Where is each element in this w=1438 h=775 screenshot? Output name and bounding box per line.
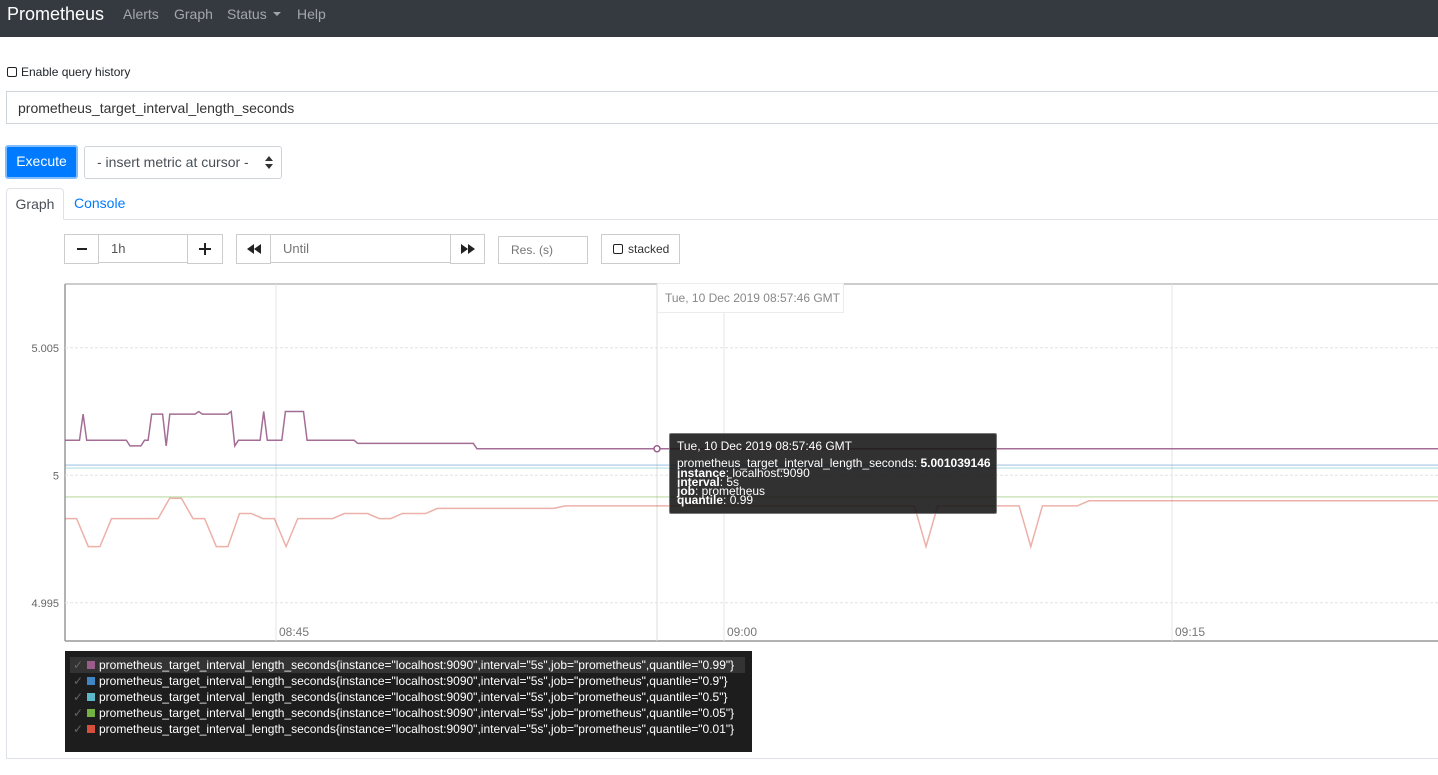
rewind-icon: [246, 244, 261, 254]
nav-status-label: Status: [227, 6, 267, 22]
query-history-label: Enable query history: [21, 65, 131, 79]
tab-divider: [6, 219, 1438, 220]
series-swatch: [87, 661, 95, 669]
tooltip-value: 5.001039146: [920, 456, 991, 470]
insert-metric-label: - insert metric at cursor -: [97, 154, 249, 170]
tab-graph[interactable]: Graph: [6, 188, 64, 220]
label-value: 0.99: [729, 493, 754, 507]
check-icon: ✓: [73, 706, 84, 720]
legend-label: prometheus_target_interval_length_second…: [99, 706, 735, 720]
legend-item[interactable]: ✓ prometheus_target_interval_length_secon…: [70, 673, 752, 689]
legend-item[interactable]: ✓ prometheus_target_interval_length_secon…: [70, 705, 752, 721]
brand-logo[interactable]: Prometheus: [7, 4, 104, 25]
legend-label: prometheus_target_interval_length_second…: [99, 658, 735, 672]
insert-metric-select[interactable]: - insert metric at cursor -: [84, 146, 282, 179]
tooltip-time: Tue, 10 Dec 2019 08:57:46 GMT: [677, 439, 852, 453]
select-arrows-icon: [265, 156, 273, 170]
tooltip-label-quantile: quantile: 0.99: [677, 493, 754, 507]
tab-console[interactable]: Console: [74, 195, 125, 211]
expression-input[interactable]: [6, 91, 1438, 124]
series-swatch: [87, 725, 95, 733]
series-swatch: [87, 709, 95, 717]
y-tick-label: 4.995: [31, 598, 59, 610]
tooltip-labels: instance: localhost:9090 interval: 5s jo…: [677, 466, 989, 507]
time-forward-button[interactable]: [450, 234, 485, 264]
range-decrease-button[interactable]: [64, 234, 99, 264]
resolution-input[interactable]: [498, 236, 588, 264]
y-tick-label: 5: [53, 470, 59, 482]
check-icon: ✓: [73, 690, 84, 704]
nav-alerts[interactable]: Alerts: [123, 6, 159, 22]
until-input[interactable]: [270, 234, 451, 263]
nav-status[interactable]: Status: [227, 6, 281, 22]
navbar: Prometheus Alerts Graph Status Help: [0, 0, 1438, 37]
caret-down-icon: [272, 12, 281, 16]
series-swatch: [87, 677, 95, 685]
plus-icon: [199, 243, 211, 255]
minus-icon: [76, 248, 87, 250]
check-icon: ✓: [73, 658, 84, 672]
legend-item[interactable]: ✓ prometheus_target_interval_length_secon…: [70, 721, 752, 737]
check-icon: ✓: [73, 722, 84, 736]
data-tooltip: Tue, 10 Dec 2019 08:57:46 GMT prometheus…: [669, 433, 997, 514]
x-tick-label: 09:15: [1175, 625, 1205, 639]
stacked-label: stacked: [628, 242, 670, 256]
legend-item[interactable]: ✓ prometheus_target_interval_length_secon…: [70, 657, 745, 673]
stacked-checkbox: [613, 244, 623, 254]
nav-graph[interactable]: Graph: [174, 6, 213, 22]
label-key: quantile: [677, 493, 724, 507]
range-increase-button[interactable]: [187, 234, 223, 264]
x-tick-label: 08:45: [279, 625, 309, 639]
legend-label: prometheus_target_interval_length_second…: [99, 722, 735, 736]
series-swatch: [87, 693, 95, 701]
label-value: localhost:9090: [732, 466, 810, 480]
stacked-toggle[interactable]: stacked: [601, 234, 680, 264]
legend-item[interactable]: ✓ prometheus_target_interval_length_secon…: [70, 689, 752, 705]
fast-forward-icon: [460, 244, 475, 254]
range-input[interactable]: [98, 234, 188, 263]
hover-time-label: Tue, 10 Dec 2019 08:57:46 GMT: [657, 283, 844, 313]
query-history-checkbox[interactable]: [7, 67, 17, 77]
graph-legend: ✓ prometheus_target_interval_length_secon…: [65, 651, 752, 752]
execute-button[interactable]: Execute: [5, 145, 78, 179]
legend-label: prometheus_target_interval_length_second…: [99, 674, 728, 688]
hover-point: [653, 444, 661, 453]
nav-help[interactable]: Help: [297, 6, 326, 22]
panel-border-bottom: [6, 758, 1438, 759]
legend-label: prometheus_target_interval_length_second…: [99, 690, 728, 704]
time-back-button[interactable]: [236, 234, 271, 264]
x-tick-label: 09:00: [727, 625, 757, 639]
check-icon: ✓: [73, 674, 84, 688]
y-tick-label: 5.005: [31, 343, 59, 355]
